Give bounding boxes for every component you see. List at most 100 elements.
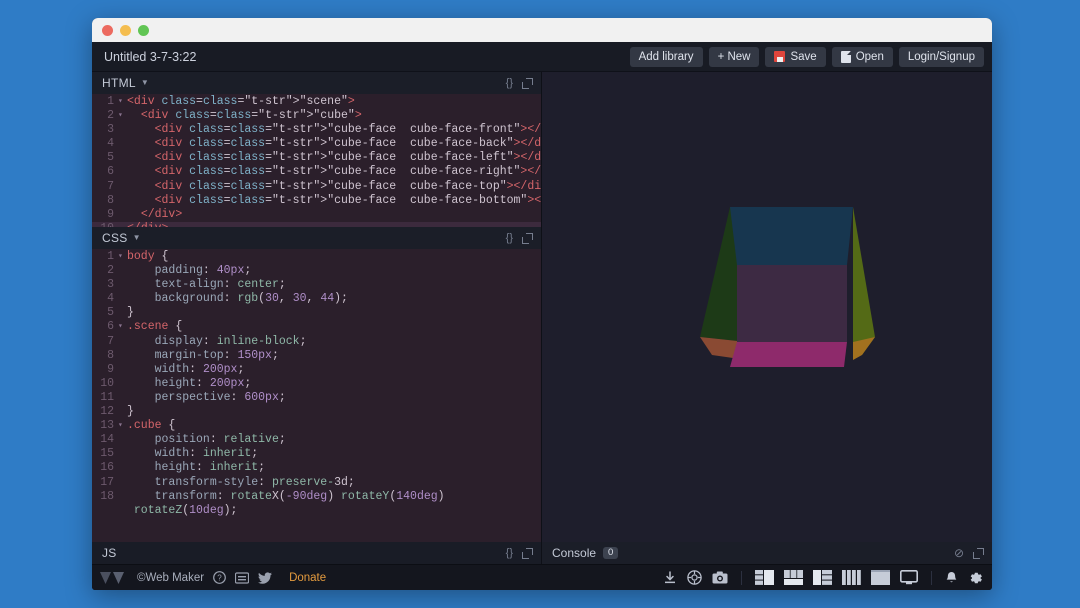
code-line[interactable]: 9 width: 200px; (92, 363, 541, 377)
code-line[interactable]: 2 ▾ <div class=class="t-str">"cube"> (92, 109, 541, 123)
fold-toggle-icon[interactable]: ▾ (118, 419, 127, 433)
code-text: body { (127, 250, 169, 263)
code-line[interactable]: rotateZ(10deg); (92, 504, 541, 518)
code-text: transform: rotateX(-90deg) rotateY(140de… (154, 489, 445, 503)
open-button[interactable]: Open (831, 46, 893, 67)
css-editor-pane: CSS ▼ {} 1 ▾ body {2 padding: 40px; 3 text-… (92, 227, 541, 542)
code-line[interactable]: 7 <div class=class="t-str">"cube-face cu… (92, 180, 541, 194)
fold-toggle-icon (118, 377, 127, 391)
code-line[interactable]: 5} (92, 306, 541, 320)
line-number: 7 (107, 179, 114, 193)
code-line[interactable]: 6 <div class=class="t-str">"cube-face cu… (92, 165, 541, 179)
expand-icon[interactable] (973, 547, 984, 559)
code-line[interactable]: 13 ▾ .cube { (92, 419, 541, 433)
fold-toggle-icon (118, 461, 127, 475)
code-line[interactable]: 4 background: rgb(30, 30, 44); (92, 292, 541, 306)
code-line[interactable]: 16 height: inherit; (92, 461, 541, 475)
layout-mode-5[interactable] (871, 570, 890, 585)
code-line[interactable]: 11 perspective: 600px; (92, 391, 541, 405)
code-line[interactable]: 18 transform: rotateX(-90deg) rotateY(14… (92, 490, 541, 504)
layout-mode-preview-only[interactable] (900, 570, 918, 585)
fold-toggle-icon (118, 476, 127, 490)
keyboard-shortcuts-icon[interactable] (235, 571, 250, 584)
line-number: 2 (107, 264, 114, 278)
fold-toggle-icon[interactable]: ▾ (118, 250, 127, 264)
editors-column: HTML ▼ {} 1 ▾ <div class=class="t-str">"sc… (92, 72, 542, 564)
login-signup-button[interactable]: Login/Signup (898, 46, 984, 67)
fold-toggle-icon (118, 447, 127, 461)
js-pane-header[interactable]: JS {} (92, 542, 541, 564)
help-icon[interactable]: ? (213, 571, 226, 584)
layout-mode-2[interactable] (784, 570, 803, 585)
clear-console-icon[interactable]: ⊘ (954, 546, 964, 560)
expand-icon[interactable] (522, 232, 533, 244)
code-line[interactable]: 12} (92, 405, 541, 419)
desktop-background: Untitled 3-7-3:22 Add library + New Save… (0, 0, 1080, 608)
code-text: text-align: center; (154, 278, 286, 292)
code-line[interactable]: 4 <div class=class="t-str">"cube-face cu… (92, 137, 541, 151)
code-line[interactable]: 10 height: 200px; (92, 377, 541, 391)
add-library-button[interactable]: Add library (629, 46, 703, 67)
code-line[interactable]: 15 width: inherit; (92, 447, 541, 461)
layout-mode-4[interactable] (842, 570, 861, 585)
new-button[interactable]: + New (708, 46, 760, 67)
screenshot-icon[interactable] (712, 571, 728, 584)
preview-column: Console 0 ⊘ (542, 72, 992, 564)
minimize-window-button[interactable] (120, 24, 131, 36)
code-line[interactable]: 3 text-align: center; (92, 278, 541, 292)
format-code-icon[interactable]: {} (506, 547, 513, 559)
html-pane-header[interactable]: HTML ▼ {} (92, 72, 541, 94)
footer-right-group (663, 570, 982, 585)
code-line[interactable]: 9 </div> (92, 208, 541, 222)
fold-toggle-icon[interactable]: ▾ (118, 320, 127, 334)
css-code-area[interactable]: 1 ▾ body {2 padding: 40px; 3 text-align: ce… (92, 249, 541, 542)
css-pane-header[interactable]: CSS ▼ {} (92, 227, 541, 249)
donate-link[interactable]: Donate (289, 572, 326, 584)
fold-toggle-icon[interactable]: ▾ (118, 95, 127, 109)
code-line[interactable]: 2 padding: 40px; (92, 264, 541, 278)
code-line[interactable]: 8 <div class=class="t-str">"cube-face cu… (92, 194, 541, 208)
chevron-down-icon[interactable]: ▼ (133, 234, 141, 242)
layout-mode-3[interactable] (813, 570, 832, 585)
console-bar[interactable]: Console 0 ⊘ (542, 542, 992, 564)
format-code-icon[interactable]: {} (506, 232, 513, 244)
download-icon[interactable] (663, 570, 677, 585)
detached-preview-icon[interactable] (687, 570, 702, 585)
maximize-window-button[interactable] (138, 24, 149, 36)
save-label: Save (790, 50, 817, 63)
preview-frame[interactable] (542, 72, 992, 542)
code-text: background: rgb(30, 30, 44); (154, 292, 348, 306)
notifications-bell-icon[interactable] (945, 571, 958, 585)
expand-icon[interactable] (522, 77, 533, 89)
code-text: position: relative; (154, 433, 286, 447)
twitter-icon[interactable] (258, 571, 273, 584)
html-code-area[interactable]: 1 ▾ <div class=class="t-str">"scene"> 2 ▾ <d… (92, 94, 541, 227)
chevron-down-icon[interactable]: ▼ (141, 79, 149, 87)
code-line[interactable]: 6 ▾ .scene { (92, 320, 541, 334)
fold-toggle-icon[interactable]: ▾ (118, 109, 127, 123)
code-line[interactable]: 8 margin-top: 150px; (92, 349, 541, 363)
code-line[interactable]: 1 ▾ body { (92, 250, 541, 264)
expand-icon[interactable] (522, 547, 533, 559)
line-number: 8 (107, 193, 114, 207)
cube-svg (700, 207, 875, 367)
layout-mode-1[interactable] (755, 570, 774, 585)
save-button[interactable]: Save (765, 46, 826, 67)
format-code-icon[interactable]: {} (506, 77, 513, 89)
code-line[interactable]: 17 transform-style: preserve-3d; (92, 476, 541, 490)
code-line[interactable]: 3 <div class=class="t-str">"cube-face cu… (92, 123, 541, 137)
line-number: 3 (107, 278, 114, 292)
settings-gear-icon[interactable] (968, 571, 982, 585)
code-line[interactable]: 5 <div class=class="t-str">"cube-face cu… (92, 151, 541, 165)
editor-preview-split: HTML ▼ {} 1 ▾ <div class=class="t-str">"sc… (92, 72, 992, 564)
code-line[interactable]: 14 position: relative; (92, 433, 541, 447)
code-text: } (127, 306, 134, 320)
fold-toggle-icon (118, 306, 127, 320)
console-label: Console (552, 546, 597, 560)
code-text: width: inherit; (154, 447, 259, 461)
code-line[interactable]: 7 display: inline-block; (92, 335, 541, 349)
close-window-button[interactable] (102, 24, 113, 36)
fold-toggle-icon (118, 490, 127, 504)
html-editor-pane: HTML ▼ {} 1 ▾ <div class=class="t-str">"sc… (92, 72, 541, 227)
code-line[interactable]: 1 ▾ <div class=class="t-str">"scene"> (92, 95, 541, 109)
